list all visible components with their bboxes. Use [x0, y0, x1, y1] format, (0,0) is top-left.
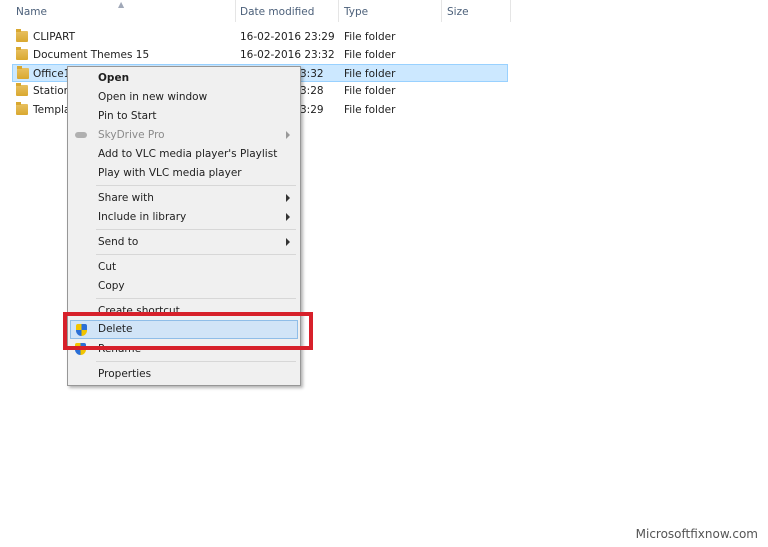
menu-item-send-to[interactable]: Send to	[70, 233, 298, 252]
submenu-arrow-icon	[286, 194, 290, 202]
menu-label: Open in new window	[98, 91, 208, 103]
file-type: File folder	[344, 31, 396, 43]
menu-label: Properties	[98, 368, 152, 380]
submenu-arrow-icon	[286, 131, 290, 139]
menu-item-cut[interactable]: Cut	[70, 258, 298, 277]
folder-icon	[16, 102, 28, 115]
cloud-icon	[75, 132, 87, 138]
menu-separator	[96, 229, 296, 230]
menu-label: Share with	[98, 192, 154, 204]
folder-icon	[17, 66, 29, 79]
file-date: 3:32	[300, 68, 324, 80]
menu-label: Include in library	[98, 211, 187, 223]
folder-icon	[16, 83, 28, 96]
submenu-arrow-icon	[286, 213, 290, 221]
menu-item-open-new-window[interactable]: Open in new window	[70, 88, 298, 107]
menu-separator	[96, 254, 296, 255]
column-header-name[interactable]: Name	[16, 6, 47, 18]
file-name: Document Themes 15	[33, 49, 150, 61]
menu-label: SkyDrive Pro	[98, 129, 165, 141]
menu-separator	[96, 185, 296, 186]
menu-item-properties[interactable]: Properties	[70, 365, 298, 384]
file-row[interactable]: CLIPART 16-02-2016 23:29 File folder	[12, 28, 508, 46]
file-name: Office1	[33, 68, 71, 80]
menu-label: Play with VLC media player	[98, 167, 242, 179]
menu-item-play-vlc[interactable]: Play with VLC media player	[70, 164, 298, 183]
menu-item-include-in-library[interactable]: Include in library	[70, 208, 298, 227]
folder-icon	[16, 47, 28, 60]
column-divider[interactable]	[510, 0, 511, 22]
file-type: File folder	[344, 85, 396, 97]
menu-label: Copy	[98, 280, 125, 292]
column-header-type[interactable]: Type	[344, 6, 368, 18]
menu-label: Open	[98, 72, 130, 84]
sort-ascending-icon: ▲	[118, 0, 125, 9]
menu-separator	[96, 298, 296, 299]
column-divider[interactable]	[235, 0, 236, 22]
menu-label: Send to	[98, 236, 139, 248]
menu-label: Cut	[98, 261, 117, 273]
menu-item-share-with[interactable]: Share with	[70, 189, 298, 208]
menu-label: Add to VLC media player's Playlist	[98, 148, 278, 160]
folder-icon	[16, 29, 28, 42]
file-type: File folder	[344, 68, 396, 80]
menu-item-skydrive-pro[interactable]: SkyDrive Pro	[70, 126, 298, 145]
menu-separator	[96, 361, 296, 362]
menu-item-copy[interactable]: Copy	[70, 277, 298, 296]
file-date: 3:29	[300, 104, 324, 116]
column-header-size[interactable]: Size	[447, 6, 469, 18]
file-date: 16-02-2016 23:32	[240, 49, 335, 61]
watermark: Microsoftfixnow.com	[635, 527, 758, 541]
column-divider[interactable]	[338, 0, 339, 22]
file-name: Templa	[33, 104, 71, 116]
file-row[interactable]: Document Themes 15 16-02-2016 23:32 File…	[12, 46, 508, 64]
menu-item-add-vlc-playlist[interactable]: Add to VLC media player's Playlist	[70, 145, 298, 164]
file-name: CLIPART	[33, 31, 76, 43]
delete-highlight-box	[63, 312, 313, 350]
submenu-arrow-icon	[286, 238, 290, 246]
file-date: 3:28	[300, 85, 324, 97]
menu-item-open[interactable]: Open	[70, 69, 298, 88]
column-divider[interactable]	[441, 0, 442, 22]
file-type: File folder	[344, 49, 396, 61]
file-type: File folder	[344, 104, 396, 116]
menu-label: Pin to Start	[98, 110, 157, 122]
menu-item-pin-to-start[interactable]: Pin to Start	[70, 107, 298, 126]
column-header-date[interactable]: Date modified	[240, 6, 314, 18]
file-date: 16-02-2016 23:29	[240, 31, 335, 43]
